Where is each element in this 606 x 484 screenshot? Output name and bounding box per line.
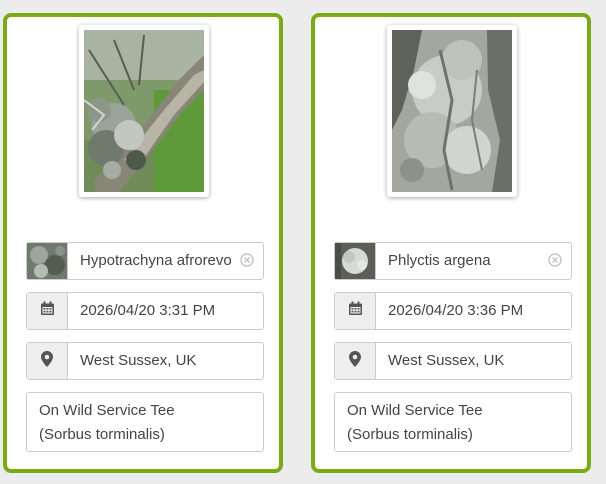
species-field[interactable]: Phlyctis argena [334, 242, 572, 280]
species-name: Hypotrachyna afrorevo [80, 252, 232, 269]
species-thumbnail [335, 243, 376, 279]
species-name: Phlyctis argena [388, 252, 491, 269]
location-addon [335, 343, 376, 379]
datetime-field[interactable]: 2026/04/20 3:36 PM [334, 292, 572, 330]
datetime-addon [335, 293, 376, 329]
datetime-value: 2026/04/20 3:36 PM [388, 302, 524, 319]
location-field[interactable]: West Sussex, UK [334, 342, 572, 380]
notes-value: On Wild Service Tee (Sorbus torminalis) [39, 402, 175, 443]
clear-species-icon[interactable] [240, 253, 254, 267]
datetime-value: 2026/04/20 3:31 PM [80, 302, 216, 319]
observation-card-2: Phlyctis argena 2026/04/20 3:36 PM West … [311, 13, 591, 473]
map-marker-icon [41, 350, 53, 372]
observation-photo-2[interactable] [387, 25, 517, 197]
species-thumbnail [27, 243, 68, 279]
datetime-addon [27, 293, 68, 329]
observation-photo-1[interactable] [79, 25, 209, 197]
observation-card-1: Hypotrachyna afrorevo 2026/04/20 3:31 PM… [3, 13, 283, 473]
lichen-photo-image [84, 30, 204, 192]
datetime-field[interactable]: 2026/04/20 3:31 PM [26, 292, 264, 330]
notes-field[interactable]: On Wild Service Tee (Sorbus torminalis) [26, 392, 264, 452]
notes-value: On Wild Service Tee (Sorbus torminalis) [347, 402, 483, 443]
species-field[interactable]: Hypotrachyna afrorevo [26, 242, 264, 280]
notes-field[interactable]: On Wild Service Tee (Sorbus torminalis) [334, 392, 572, 452]
location-addon [27, 343, 68, 379]
location-value: West Sussex, UK [80, 352, 197, 369]
lichen-photo-image [392, 30, 512, 192]
location-field[interactable]: West Sussex, UK [26, 342, 264, 380]
clear-species-icon[interactable] [548, 253, 562, 267]
map-marker-icon [349, 350, 361, 372]
calendar-icon [348, 301, 363, 321]
location-value: West Sussex, UK [388, 352, 505, 369]
calendar-icon [40, 301, 55, 321]
